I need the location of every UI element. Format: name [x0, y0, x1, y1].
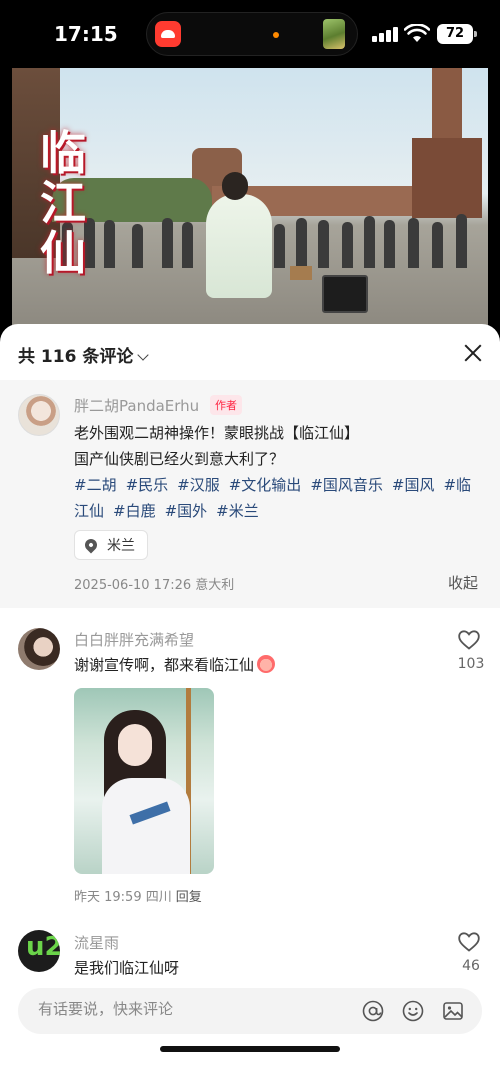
hashtag[interactable]: #汉服: [177, 476, 220, 494]
hashtag[interactable]: #文化输出: [229, 476, 302, 494]
hashtag[interactable]: #二胡: [74, 476, 117, 494]
performer: [200, 168, 276, 298]
emoji-icon[interactable]: [402, 1000, 424, 1022]
video-frame: 临 江 仙: [12, 68, 488, 330]
avatar[interactable]: [18, 628, 60, 670]
dynamic-island[interactable]: [146, 12, 358, 56]
sheet-header: 共 116 条评论: [0, 324, 500, 380]
like-count: 46: [462, 958, 480, 974]
commenter-name[interactable]: 白白胖胖充满希望: [74, 629, 194, 650]
close-icon[interactable]: [462, 342, 484, 364]
home-indicator[interactable]: [160, 1046, 340, 1052]
wifi-icon: [404, 24, 430, 42]
donation-box: [290, 266, 312, 280]
comment-text: 是我们临江仙呀: [74, 959, 180, 977]
hashtag[interactable]: #白鹿: [113, 502, 156, 520]
media-thumbnail: [323, 19, 345, 49]
recording-dot: [273, 32, 279, 38]
hashtag[interactable]: #民乐: [126, 476, 169, 494]
castle-tower: [412, 68, 482, 218]
like-count: 103: [457, 656, 485, 672]
chevron-down-icon: [137, 349, 149, 361]
comment-meta: 昨天 19:59 四川 回复: [74, 890, 202, 905]
location-label: 米兰: [107, 538, 135, 554]
status-bar: 17:15 72: [0, 0, 500, 68]
author-badge: 作者: [210, 395, 242, 415]
video-player[interactable]: 临 江 仙: [0, 68, 500, 330]
comment-image[interactable]: [74, 688, 214, 874]
avatar[interactable]: [18, 930, 60, 972]
status-time: 17:15: [54, 22, 118, 46]
hashtag[interactable]: #米兰: [216, 502, 259, 520]
hashtag[interactable]: #国外: [165, 502, 208, 520]
battery-icon: 72: [437, 24, 477, 44]
collapse-button[interactable]: 收起: [448, 572, 478, 593]
comment-text: 谢谢宣传啊，都来看临江仙: [74, 654, 276, 675]
speaker: [322, 275, 368, 313]
comments-sheet: 共 116 条评论 胖二胡PandaErhu 作者 老外围观二胡神操作！蒙眼挑战…: [0, 324, 500, 1084]
post-text: 老外围观二胡神操作！蒙眼挑战【临江仙】 国产仙侠剧已经火到意大利了？: [74, 424, 360, 468]
app-icon: [155, 21, 181, 47]
reply-button[interactable]: 回复: [176, 890, 202, 905]
at-mention-icon[interactable]: [362, 1000, 384, 1022]
comment-input[interactable]: [38, 1000, 338, 1018]
cellular-signal-icon: [372, 26, 398, 42]
avatar[interactable]: [18, 394, 60, 436]
comment-item: 流星雨 是我们临江仙呀 46: [0, 916, 500, 986]
like-icon[interactable]: [458, 932, 480, 952]
peach-emoji-icon: [257, 655, 276, 673]
post-meta: 2025-06-10 17:26 意大利: [74, 578, 235, 593]
author-name[interactable]: 胖二胡PandaErhu: [74, 395, 199, 416]
location-pin-icon: [82, 536, 100, 554]
image-icon[interactable]: [442, 1000, 464, 1022]
like-icon[interactable]: [458, 630, 480, 650]
video-title-calligraphy: 临 江 仙: [40, 126, 86, 280]
hashtag-list: #二胡 #民乐 #汉服 #文化输出 #国风音乐 #国风 #临江仙 #白鹿 #国外 #米兰: [74, 472, 480, 524]
commenter-name[interactable]: 流星雨: [74, 932, 119, 953]
comment-count-dropdown[interactable]: 共 116 条评论: [18, 342, 149, 367]
location-tag[interactable]: 米兰: [74, 530, 148, 560]
hashtag[interactable]: #国风: [392, 476, 435, 494]
comment-count-label: 共 116 条评论: [18, 347, 134, 367]
hashtag[interactable]: #国风音乐: [310, 476, 383, 494]
comment-input-bar: [18, 988, 482, 1034]
author-post: 胖二胡PandaErhu 作者 老外围观二胡神操作！蒙眼挑战【临江仙】 国产仙侠…: [0, 380, 500, 608]
